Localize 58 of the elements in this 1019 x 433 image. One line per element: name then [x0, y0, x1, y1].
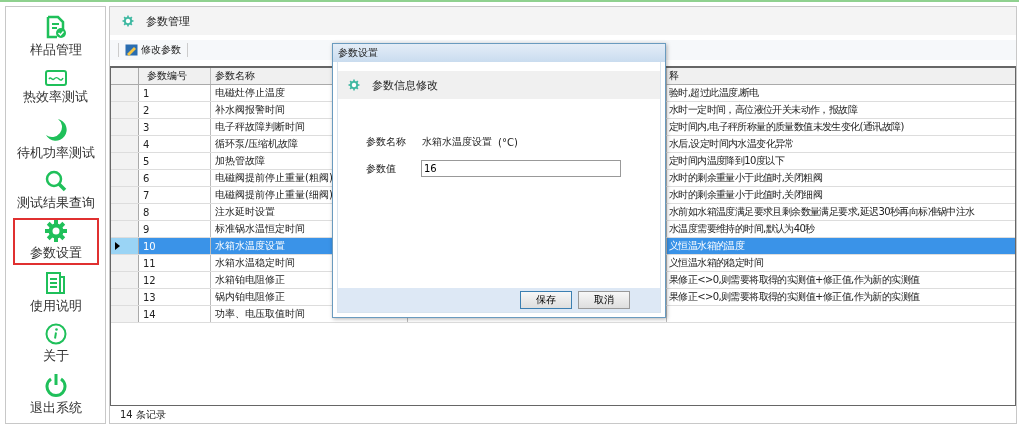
settings-icon	[348, 79, 360, 91]
sidebar-item[interactable]: 关于	[12, 320, 99, 367]
table-cell: 7	[139, 187, 211, 203]
panel-title: 参数管理	[146, 13, 190, 29]
settings-icon	[122, 15, 134, 27]
dialog-title: 参数设置	[333, 44, 665, 62]
table-cell-text: 水前如水箱温度满足要求且剩余数量满足要求,延迟30秒再向标准锅中注水	[668, 205, 976, 219]
table-cell-text: 水时一定时间，高位液位开关未动作，报故障	[668, 103, 859, 117]
info-icon	[44, 322, 67, 345]
table-cell: 2	[139, 102, 211, 118]
table-cell: 1	[139, 85, 211, 101]
parameter-value-field[interactable]: 16	[421, 160, 621, 177]
table-cell: 8	[139, 204, 211, 220]
status-text: 14 条记录	[119, 407, 167, 422]
moon-icon	[44, 117, 67, 142]
cancel-button[interactable]: 取消	[578, 291, 630, 309]
table-cell: 4	[139, 136, 211, 152]
table-cell: 14	[139, 306, 211, 322]
table-cell-text: 水温度需要维持的时间,默认为40秒	[668, 222, 816, 236]
search-icon	[44, 169, 67, 192]
current-row-icon	[115, 242, 120, 250]
table-cell-text: 水时的剩余重量小于此值时,关闭粗阀	[668, 171, 823, 185]
field-label: 参数名称	[366, 135, 407, 149]
power-icon	[44, 373, 67, 397]
document-icon	[44, 270, 67, 295]
edit-icon	[125, 44, 138, 56]
sidebar-item[interactable]: 退出系统	[12, 371, 99, 419]
unit-label: (°C)	[498, 136, 518, 148]
table-cell-text: 水时的剩余重量小于此值时,关闭细阀	[668, 188, 823, 202]
edit-parameters-button[interactable]: 修改参数	[118, 43, 188, 57]
table-cell: 12	[139, 272, 211, 288]
table-cell-text: 定时间内,电子秤所称量的质量数值未发生变化(通讯故障)	[668, 120, 905, 134]
column-header[interactable]: 释	[667, 68, 1015, 84]
table-cell: 9	[139, 221, 211, 237]
column-header[interactable]: 参数编号	[139, 68, 211, 84]
table-cell-text: 水后,设定时间内水温变化异常	[668, 137, 795, 151]
monitor-wave-icon	[44, 70, 67, 87]
table-cell-text: 果修正<>0,则需要将取得的实测值+修正值,作为新的实测值	[668, 290, 921, 304]
table-cell: 5	[139, 153, 211, 169]
table-cell: 3	[139, 119, 211, 135]
sidebar-item[interactable]: 使用说明	[12, 268, 99, 317]
table-cell-text: 定时间内温度降到10度以下	[668, 154, 786, 168]
table-cell: 10	[139, 238, 211, 254]
table-cell: 11	[139, 255, 211, 271]
sidebar-item[interactable]: 参数设置	[12, 218, 99, 265]
sidebar-item[interactable]: 热效率测试	[12, 65, 99, 112]
table-cell-text: 果修正<>0,则需要将取得的实测值+修正值,作为新的实测值	[668, 273, 921, 287]
sidebar-item[interactable]: 待机功率测试	[12, 115, 99, 164]
table-cell: 6	[139, 170, 211, 186]
sidebar-item[interactable]: 样品管理	[12, 13, 99, 61]
table-cell: 13	[139, 289, 211, 305]
table-cell: 义恒温水箱的温度	[667, 238, 1015, 254]
sidebar-item[interactable]: 测试结果查询	[12, 167, 99, 214]
parameter-name: 水箱水温度设置	[422, 135, 492, 149]
save-button[interactable]: 保存	[520, 291, 572, 309]
document-check-icon	[44, 15, 67, 39]
table-cell-text: 验时,超过此温度,断电	[668, 86, 760, 100]
table-cell-text: 义恒温水箱的稳定时间	[668, 256, 764, 270]
